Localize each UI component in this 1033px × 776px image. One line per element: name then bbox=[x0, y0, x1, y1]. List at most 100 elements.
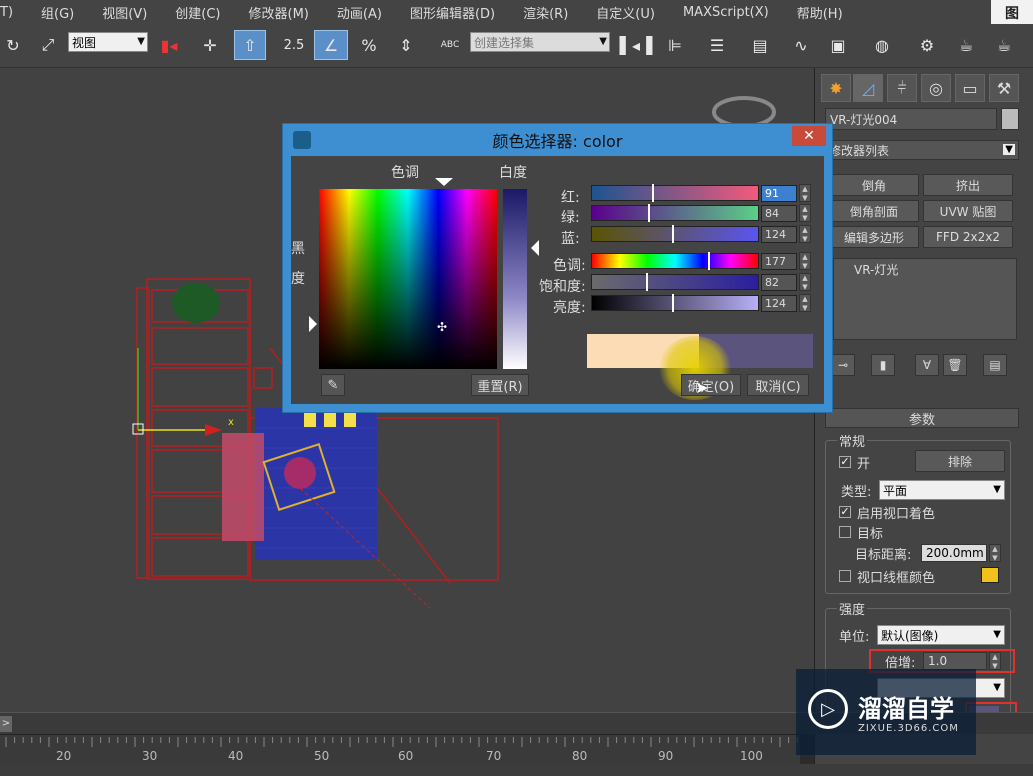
value-slider[interactable] bbox=[591, 294, 759, 312]
target-distance-field[interactable]: 200.0mm bbox=[921, 544, 987, 562]
exclude-button[interactable]: 排除 bbox=[915, 450, 1005, 472]
reference-coordinate-select[interactable]: 视图 ▼ bbox=[68, 32, 148, 52]
close-button[interactable]: ✕ bbox=[792, 126, 826, 146]
object-color-swatch[interactable] bbox=[1001, 108, 1019, 130]
blue-slider[interactable] bbox=[591, 225, 759, 243]
layer-manager-icon[interactable]: ☰ bbox=[702, 30, 732, 60]
wireframe-color-checkbox[interactable] bbox=[839, 570, 851, 582]
green-slider-thumb[interactable] bbox=[648, 204, 650, 222]
saturation-spinner[interactable]: ▲ ▼ bbox=[799, 273, 811, 291]
on-checkbox[interactable]: ✓ bbox=[839, 456, 851, 468]
viewport-shading-checkbox[interactable]: ✓ bbox=[839, 506, 851, 518]
blue-value-field[interactable]: 124 bbox=[761, 226, 797, 243]
scale-icon[interactable]: ⤢ bbox=[34, 30, 62, 60]
rotate-icon[interactable]: ↻ bbox=[0, 30, 26, 60]
snap-toggle-icon[interactable]: 2.5 bbox=[278, 30, 310, 60]
menu-item-view[interactable]: 视图(V) bbox=[88, 3, 161, 22]
move-icon[interactable]: ✛ bbox=[196, 30, 224, 60]
hue-spinner[interactable]: ▲ ▼ bbox=[799, 252, 811, 270]
saturation-slider[interactable] bbox=[591, 273, 759, 291]
red-slider[interactable] bbox=[591, 184, 759, 202]
modifier-list-dropdown[interactable]: 修改器列表 ▼ bbox=[825, 140, 1019, 160]
parameters-rollout-header[interactable]: 参数 bbox=[825, 408, 1019, 428]
target-distance-spinner[interactable]: ▲ ▼ bbox=[989, 544, 1001, 562]
time-slider-arrow[interactable]: > bbox=[0, 716, 12, 732]
uvw-map-button[interactable]: UVW 贴图 bbox=[923, 200, 1013, 222]
green-slider[interactable] bbox=[591, 204, 759, 222]
bevel-button[interactable]: 倒角 bbox=[829, 174, 919, 196]
eyedropper-icon[interactable]: ✎ bbox=[321, 374, 345, 396]
pin-stack-icon[interactable]: ⊸ bbox=[831, 354, 855, 376]
pivot-icon[interactable]: ▮◂ bbox=[154, 30, 184, 60]
blackness-pointer-icon[interactable] bbox=[309, 316, 317, 332]
menu-item-customize[interactable]: 自定义(U) bbox=[582, 3, 669, 22]
hue-value-field[interactable]: 177 bbox=[761, 253, 797, 270]
material-editor-icon[interactable]: ◍ bbox=[866, 30, 898, 60]
ffd-button[interactable]: FFD 2x2x2 bbox=[923, 226, 1013, 248]
make-unique-icon[interactable]: ∀ bbox=[915, 354, 939, 376]
display-tab-icon[interactable]: ▭ bbox=[955, 74, 985, 102]
select-manipulate-icon[interactable]: ⇧ bbox=[234, 30, 266, 60]
percent-snap-icon[interactable]: % bbox=[354, 30, 384, 60]
menu-item-maxscript[interactable]: MAXScript(X) bbox=[669, 5, 783, 20]
saturation-value-field[interactable]: 82 bbox=[761, 274, 797, 291]
ok-button[interactable]: 确定(O) bbox=[681, 374, 741, 396]
target-checkbox[interactable] bbox=[839, 526, 851, 538]
red-spinner[interactable]: ▲ ▼ bbox=[799, 184, 811, 202]
configure-sets-icon[interactable]: ▤ bbox=[983, 354, 1007, 376]
menu-item-graph-editors[interactable]: 图形编辑器(D) bbox=[396, 3, 509, 22]
modifier-stack[interactable]: VR-灯光 bbox=[833, 258, 1017, 340]
hue-blackness-field[interactable] bbox=[319, 189, 497, 369]
color-crosshair-icon[interactable]: ✣ bbox=[437, 320, 447, 334]
wireframe-color-swatch[interactable] bbox=[981, 567, 999, 583]
schematic-view-icon[interactable]: ▣ bbox=[824, 30, 852, 60]
menu-item-help[interactable]: 帮助(H) bbox=[783, 3, 857, 22]
menu-item-modifiers[interactable]: 修改器(M) bbox=[235, 3, 323, 22]
hue-pointer-icon[interactable] bbox=[435, 178, 453, 186]
scene-explorer-icon[interactable]: ▤ bbox=[744, 30, 776, 60]
menu-item-group[interactable]: 组(G) bbox=[27, 3, 88, 22]
mirror-icon[interactable]: ▌◂▐ bbox=[620, 30, 653, 60]
value-value-field[interactable]: 124 bbox=[761, 295, 797, 312]
extrude-button[interactable]: 挤出 bbox=[923, 174, 1013, 196]
menu-item-create[interactable]: 创建(C) bbox=[161, 3, 234, 22]
help-corner[interactable]: 图 bbox=[991, 0, 1033, 26]
blue-spinner[interactable]: ▲ ▼ bbox=[799, 225, 811, 243]
reset-button[interactable]: 重置(R) bbox=[471, 374, 529, 396]
blue-slider-thumb[interactable] bbox=[672, 225, 674, 243]
menu-item-rendering[interactable]: 渲染(R) bbox=[509, 3, 582, 22]
bevel-profile-button[interactable]: 倒角剖面 bbox=[829, 200, 919, 222]
named-selection-set[interactable]: 创建选择集 ▼ bbox=[470, 32, 610, 52]
utilities-tab-icon[interactable]: ⚒ bbox=[989, 74, 1019, 102]
type-dropdown[interactable]: 平面 ▼ bbox=[879, 480, 1005, 500]
render-icon[interactable]: ☕ bbox=[988, 30, 1020, 60]
hue-slider[interactable] bbox=[591, 252, 759, 270]
green-value-field[interactable]: 84 bbox=[761, 205, 797, 222]
show-end-result-icon[interactable]: ▮ bbox=[871, 354, 895, 376]
time-ruler[interactable]: 20 30 40 50 60 70 80 90 100 bbox=[0, 734, 800, 764]
motion-tab-icon[interactable]: ◎ bbox=[921, 74, 951, 102]
value-spinner[interactable]: ▲ ▼ bbox=[799, 294, 811, 312]
menu-item-t[interactable]: T) bbox=[0, 5, 27, 20]
whiteness-pointer-icon[interactable] bbox=[531, 240, 539, 256]
spinner-snap-icon[interactable]: ⇕ bbox=[392, 30, 420, 60]
align-icon[interactable]: ⊫ bbox=[660, 30, 690, 60]
rendered-frame-icon[interactable]: ☕ bbox=[950, 30, 982, 60]
stack-item[interactable]: VR-灯光 bbox=[834, 261, 1016, 279]
unit-dropdown[interactable]: 默认(图像) ▼ bbox=[877, 625, 1005, 645]
red-value-field[interactable]: 91 bbox=[761, 185, 797, 202]
cancel-button[interactable]: 取消(C) bbox=[747, 374, 809, 396]
whiteness-bar[interactable] bbox=[503, 189, 527, 369]
hierarchy-tab-icon[interactable]: ⫩ bbox=[887, 74, 917, 102]
red-slider-thumb[interactable] bbox=[652, 184, 654, 202]
saturation-slider-thumb[interactable] bbox=[646, 273, 648, 291]
menu-item-animation[interactable]: 动画(A) bbox=[323, 3, 396, 22]
value-slider-thumb[interactable] bbox=[672, 294, 674, 312]
edit-named-selection-icon[interactable]: ABC bbox=[436, 30, 464, 60]
curve-editor-icon[interactable]: ∿ bbox=[786, 30, 816, 60]
object-name-field[interactable]: VR-灯光004 bbox=[825, 108, 997, 130]
edit-poly-button[interactable]: 编辑多边形 bbox=[829, 226, 919, 248]
hue-slider-thumb[interactable] bbox=[708, 252, 710, 270]
create-tab-icon[interactable]: ✸ bbox=[821, 74, 851, 102]
modify-tab-icon[interactable]: ◿ bbox=[853, 74, 883, 102]
